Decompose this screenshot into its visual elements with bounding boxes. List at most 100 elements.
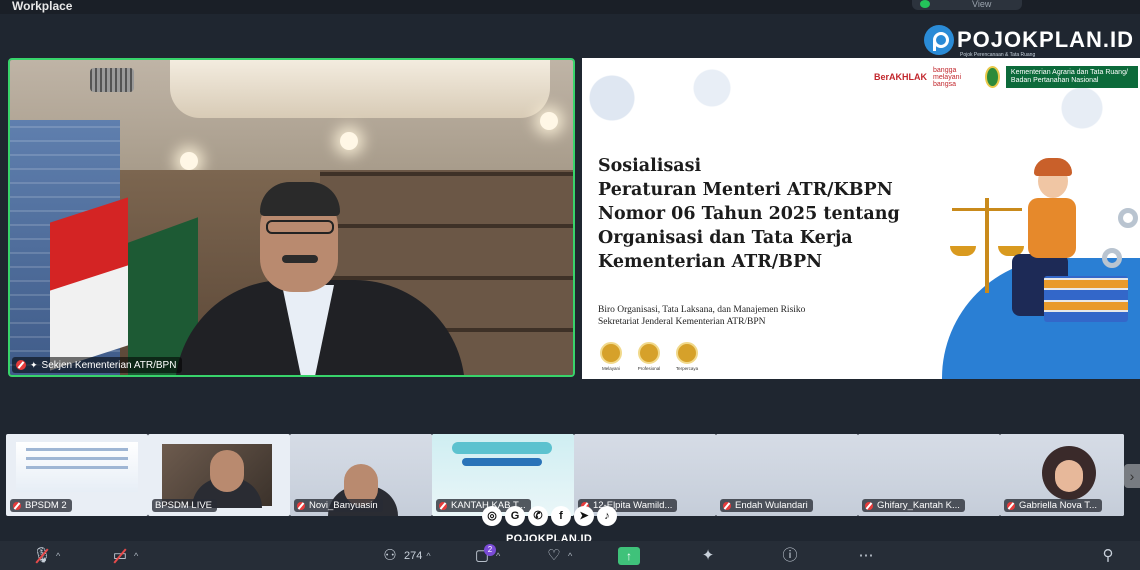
google-icon: G bbox=[505, 506, 525, 526]
scale-beam bbox=[952, 208, 1022, 211]
participant-tile[interactable]: Gabriella Nova T... bbox=[1000, 434, 1124, 516]
view-toggle[interactable]: View bbox=[912, 0, 1022, 10]
speaker-name-tag: ✦ Sekjen Kementerian ATR/BPN bbox=[12, 357, 183, 373]
core-value-label: Melayani bbox=[601, 366, 620, 371]
more-options-button[interactable]: ⋯ bbox=[856, 545, 876, 567]
chevron-up-icon[interactable]: ^ bbox=[56, 551, 60, 561]
participant-name: Gabriella Nova T... bbox=[1019, 500, 1097, 511]
participant-tile[interactable]: 12-Elpita Wamild... bbox=[574, 434, 716, 516]
participant-name-tag: Gabriella Nova T... bbox=[1004, 499, 1102, 512]
core-value-label: Terpercaya bbox=[675, 366, 699, 371]
participant-name-tag: Novi_Banyuasin bbox=[294, 499, 383, 512]
chevron-right-icon[interactable]: › bbox=[1124, 464, 1140, 488]
mic-muted-icon bbox=[723, 501, 731, 510]
participant-tile[interactable]: Ghifary_Kantah K... bbox=[858, 434, 1000, 516]
heart-icon: ♡ bbox=[547, 547, 561, 564]
chevron-up-icon[interactable]: ^ bbox=[496, 551, 500, 561]
participant-name-tag: BPSDM LIVE bbox=[152, 499, 218, 512]
participant-face bbox=[210, 450, 244, 492]
social-icons: ◎ G ✆ f ➤ ♪ bbox=[482, 506, 617, 526]
chevron-up-icon[interactable]: ^ bbox=[568, 551, 572, 561]
core-value: Profesional bbox=[634, 342, 664, 371]
books-illustration bbox=[1044, 276, 1128, 322]
core-values: Melayani Profesional Terpercaya bbox=[596, 342, 702, 371]
participant-name: BPSDM LIVE bbox=[155, 500, 213, 511]
chat-button[interactable]: ▢ 2 ^ bbox=[472, 544, 500, 567]
doc-line bbox=[26, 466, 128, 469]
participant-tile[interactable]: Novi_Banyuasin bbox=[290, 434, 432, 516]
speaker-name: Sekjen Kementerian ATR/BPN bbox=[41, 359, 177, 371]
microphone-off-icon: 🎙 bbox=[32, 547, 52, 564]
participant-name: Novi_Banyuasin bbox=[309, 500, 378, 511]
slide-subtitle-line: Sekretariat Jenderal Kementerian ATR/BPN bbox=[598, 317, 766, 327]
core-value: Terpercaya bbox=[672, 342, 702, 371]
mic-muted-icon bbox=[439, 501, 447, 510]
info-icon: ⓘ bbox=[782, 547, 798, 564]
video-light bbox=[540, 112, 558, 130]
mic-button[interactable]: 🎙 ^ bbox=[32, 545, 60, 567]
participant-name: Ghifary_Kantah K... bbox=[877, 500, 960, 511]
video-meeting-app: Workplace View POJOKPLAN.ID Pojok Perenc… bbox=[0, 0, 1140, 570]
participant-name: BPSDM 2 bbox=[25, 500, 67, 511]
illustration-figure-hair bbox=[1034, 158, 1072, 176]
video-vent bbox=[90, 68, 134, 92]
ministry-label: Kementerian Agraria dan Tata Ruang/ Bada… bbox=[1005, 66, 1138, 88]
more-icon: ⋯ bbox=[858, 547, 874, 564]
participant-tile[interactable]: BPSDM LIVE bbox=[148, 434, 290, 516]
speaker-glasses bbox=[266, 220, 334, 234]
brand-name: POJOKPLAN.ID bbox=[957, 27, 1135, 52]
participant-name-tag: BPSDM 2 bbox=[10, 499, 72, 512]
participant-name: Endah Wulandari bbox=[735, 500, 808, 511]
tiktok-icon: ♪ bbox=[597, 506, 617, 526]
terpercaya-icon bbox=[676, 342, 698, 364]
camera-button[interactable]: ▭ ^ bbox=[110, 545, 138, 567]
scale-pan bbox=[950, 246, 976, 256]
video-light bbox=[340, 132, 358, 150]
mic-muted-icon bbox=[297, 501, 305, 510]
info-button[interactable]: ⓘ bbox=[780, 545, 800, 567]
chevron-up-icon[interactable]: ^ bbox=[134, 551, 138, 561]
participant-name-tag: Ghifary_Kantah K... bbox=[862, 499, 965, 512]
shared-screen-slide[interactable]: BerAKHLAK bangga melayani bangsa Kemente… bbox=[582, 58, 1140, 379]
ai-assistant-button[interactable]: ✦ bbox=[698, 545, 718, 567]
shared-doc-preview bbox=[16, 442, 138, 492]
view-label: View bbox=[972, 0, 992, 9]
speaker-hair bbox=[260, 182, 340, 216]
core-value: Melayani bbox=[596, 342, 626, 371]
participant-video bbox=[162, 444, 272, 508]
active-speaker-video[interactable]: ✦ Sekjen Kementerian ATR/BPN bbox=[8, 58, 575, 377]
participants-button[interactable]: ⚇ 274 ^ bbox=[380, 545, 430, 567]
slide-logos: BerAKHLAK bangga melayani bangsa Kemente… bbox=[874, 62, 1138, 92]
pojokplan-logo-icon bbox=[924, 25, 954, 55]
speaker-mustache bbox=[282, 255, 318, 263]
telegram-icon: ➤ bbox=[574, 506, 594, 526]
gear-icon bbox=[1118, 208, 1138, 228]
app-title: Workplace bbox=[12, 0, 73, 13]
berakhlak-logo: BerAKHLAK bbox=[874, 72, 928, 82]
slide-title: Sosialisasi Peraturan Menteri ATR/KBPN N… bbox=[598, 156, 900, 272]
participant-tile[interactable]: Endah Wulandari bbox=[716, 434, 858, 516]
scale-pole bbox=[985, 198, 989, 293]
chat-badge: 2 bbox=[484, 544, 496, 556]
reactions-button[interactable]: ♡ ^ bbox=[544, 545, 572, 567]
mic-muted-icon bbox=[1007, 501, 1015, 510]
camera-off-icon: ▭ bbox=[110, 546, 130, 566]
share-screen-button[interactable]: ↑ bbox=[618, 545, 640, 567]
mic-muted-icon bbox=[865, 501, 873, 510]
top-bar: Workplace View bbox=[0, 0, 1140, 14]
pin-icon[interactable]: ✦ bbox=[30, 360, 38, 371]
mic-muted-icon bbox=[13, 501, 21, 510]
video-light bbox=[180, 152, 198, 170]
ministry-seal-icon bbox=[985, 66, 1000, 88]
share-screen-icon: ↑ bbox=[618, 547, 640, 565]
banner-subheading bbox=[462, 458, 542, 466]
doc-line bbox=[26, 448, 128, 451]
chevron-up-icon[interactable]: ^ bbox=[426, 551, 430, 561]
chat-icon: ▢ 2 bbox=[472, 544, 496, 566]
melayani-icon bbox=[600, 342, 622, 364]
leave-call-button[interactable]: ⚲ bbox=[1098, 545, 1118, 567]
bangga-melayani-logo: bangga melayani bangsa bbox=[933, 66, 962, 88]
instagram-icon: ◎ bbox=[482, 506, 502, 526]
participant-tile[interactable]: KANTAH KAB T... bbox=[432, 434, 574, 516]
participant-tile[interactable]: BPSDM 2 bbox=[6, 434, 148, 516]
